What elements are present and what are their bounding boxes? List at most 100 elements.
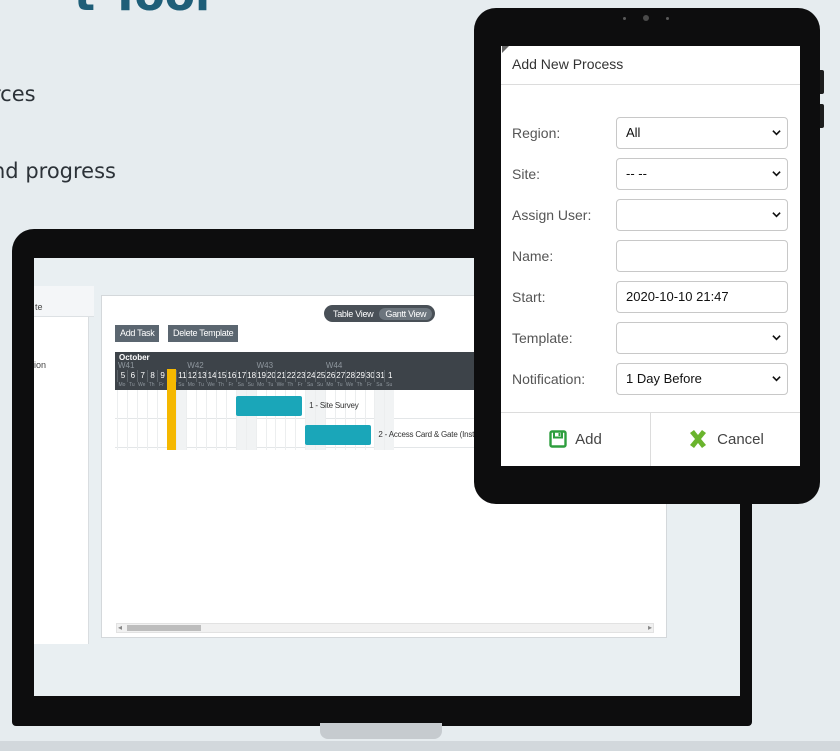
add-button[interactable]: Add xyxy=(501,412,650,466)
gantt-grid-line xyxy=(216,390,217,450)
gantt-weekday-label: Th xyxy=(148,382,155,388)
gantt-weekend-column xyxy=(176,390,187,450)
cancel-button[interactable]: Cancel xyxy=(651,412,800,466)
gantt-grid-line xyxy=(206,390,208,450)
left-panel-item[interactable]: ion xyxy=(34,360,46,370)
gantt-weekday-label: Fr xyxy=(367,382,372,388)
site-value: -- -- xyxy=(626,166,647,181)
cancel-button-label: Cancel xyxy=(717,430,764,448)
scroll-left-icon[interactable]: ◂ xyxy=(118,623,122,632)
gantt-weekday-label: We xyxy=(207,382,215,388)
gantt-week-label: W43 xyxy=(256,361,274,370)
horizontal-scrollbar[interactable]: ◂ ▸ xyxy=(116,623,654,633)
gantt-week-label: W44 xyxy=(325,361,343,370)
gantt-week-label: W41 xyxy=(118,361,135,370)
gantt-weekend-column xyxy=(384,390,395,450)
delete-template-button[interactable]: Delete Template xyxy=(168,325,239,342)
feature-bullet: nd progress xyxy=(0,159,116,183)
gantt-weekday-label: We xyxy=(345,382,354,388)
gantt-grid-line xyxy=(225,390,227,450)
template-select[interactable] xyxy=(616,322,788,354)
notification-value: 1 Day Before xyxy=(626,371,702,386)
gantt-weekday-label: Fr xyxy=(228,382,234,388)
left-panel-header-text: te xyxy=(35,302,43,312)
gantt-task-bar[interactable] xyxy=(305,425,372,445)
gantt-grid-line xyxy=(136,390,138,450)
gantt-grid-line xyxy=(186,390,188,450)
gantt-weekday-label: Fr xyxy=(159,382,164,388)
gantt-grid-line xyxy=(176,390,178,450)
chevron-down-icon xyxy=(772,171,781,177)
tablet-camera xyxy=(623,14,669,22)
page-headline: t Tool xyxy=(74,0,210,21)
left-panel: te ion xyxy=(34,286,94,644)
gantt-weekday-label: Tu xyxy=(129,382,135,388)
field-label: Template: xyxy=(512,330,573,346)
gantt-grid-line xyxy=(146,390,148,450)
dialog-corner-mark xyxy=(502,46,509,53)
gantt-grid-line xyxy=(374,390,376,450)
dialog-divider xyxy=(501,84,800,85)
gantt-task-label: 2 - Access Card & Gate (Installati xyxy=(378,430,490,439)
gantt-weekday-label: Sa xyxy=(376,382,383,388)
gantt-weekend-column xyxy=(374,390,385,450)
add-task-button[interactable]: Add Task xyxy=(115,325,160,342)
gantt-weekday-label: We xyxy=(276,382,285,388)
laptop-base xyxy=(320,723,442,739)
gantt-grid-line xyxy=(117,390,118,450)
chevron-down-icon xyxy=(772,335,781,341)
gantt-task-bar[interactable] xyxy=(235,396,303,416)
gantt-today-marker xyxy=(166,369,177,450)
add-process-dialog: Add New Process Region: All Site: -- -- Assi… xyxy=(501,46,800,466)
assign-user-select[interactable] xyxy=(616,199,788,231)
scrollbar-thumb[interactable] xyxy=(127,625,201,631)
gantt-weekday-label: Tu xyxy=(198,382,204,388)
chevron-down-icon xyxy=(772,130,781,136)
gantt-weekday-label: Mo xyxy=(257,382,265,388)
scroll-right-icon[interactable]: ▸ xyxy=(648,623,652,632)
gantt-weekday-label: Th xyxy=(287,382,294,388)
gantt-week-label: W42 xyxy=(187,361,204,370)
feature-bullet: rces xyxy=(0,82,36,106)
tablet-side-button xyxy=(820,70,824,94)
start-value: 2020-10-10 21:47 xyxy=(626,289,729,304)
left-panel-header xyxy=(34,286,94,317)
gantt-weekday-label: Th xyxy=(218,382,224,388)
gantt-weekday-label: Mo xyxy=(326,382,334,388)
field-label: Name: xyxy=(512,248,554,264)
gantt-weekday-label: Sa xyxy=(237,382,244,388)
gantt-weekday-label: Su xyxy=(316,382,323,388)
save-icon xyxy=(549,430,567,448)
gantt-task-label: 1 - Site Survey xyxy=(309,401,359,410)
gantt-weekday-label: Tu xyxy=(336,382,343,388)
field-label: Site: xyxy=(512,166,541,182)
region-select[interactable]: All xyxy=(616,117,788,149)
start-input[interactable]: 2020-10-10 21:47 xyxy=(616,281,788,313)
cross-icon xyxy=(690,430,707,448)
gantt-grid-line xyxy=(156,390,158,450)
gantt-weekday-label: Tu xyxy=(267,382,274,388)
notification-select[interactable]: 1 Day Before xyxy=(616,363,788,395)
table-view-button[interactable]: Table View xyxy=(327,308,379,320)
chevron-down-icon xyxy=(772,376,781,382)
gantt-grid-line xyxy=(126,390,128,450)
add-button-label: Add xyxy=(575,430,602,448)
gantt-weekday-label: Sa xyxy=(306,382,314,388)
floor-strip xyxy=(0,741,840,751)
gantt-weekday-label: Th xyxy=(356,382,363,388)
gantt-weekday-label: We xyxy=(138,382,146,388)
chevron-down-icon xyxy=(772,212,781,218)
tablet-side-button xyxy=(820,104,824,128)
site-select[interactable]: -- -- xyxy=(616,158,788,190)
gantt-weekday-label: Su xyxy=(178,382,185,388)
gantt-weekday-label: Fr xyxy=(297,382,303,388)
field-label: Start: xyxy=(512,289,546,305)
gantt-grid-line xyxy=(196,390,198,450)
field-label: Assign User: xyxy=(512,207,592,223)
view-toggle: Table View Gantt View xyxy=(324,305,436,322)
dialog-title: Add New Process xyxy=(512,56,624,72)
gantt-grid-line xyxy=(384,390,386,450)
gantt-view-button[interactable]: Gantt View xyxy=(379,307,433,320)
name-input[interactable] xyxy=(616,240,788,272)
gantt-weekday-label: Mo xyxy=(187,382,195,388)
